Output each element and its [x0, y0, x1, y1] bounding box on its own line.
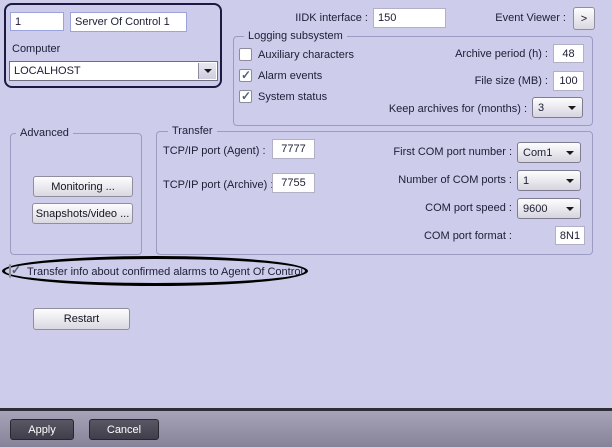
computer-label: Computer: [12, 43, 61, 55]
event-viewer-label: Event Viewer :: [495, 12, 566, 24]
keep-archives-dropdown[interactable]: 3: [532, 97, 583, 118]
snapshots-video-button[interactable]: Snapshots/video ...: [32, 203, 133, 224]
name-field[interactable]: [70, 12, 187, 32]
advanced-title: Advanced: [16, 126, 73, 140]
chevron-down-icon: [566, 178, 574, 183]
com-port-speed-dropdown[interactable]: 9600: [517, 198, 581, 219]
tcp-port-agent-label: TCP/IP port (Agent) :: [163, 145, 266, 157]
com-port-format-field[interactable]: [555, 226, 585, 245]
tcp-port-agent-field[interactable]: [272, 139, 315, 159]
alarm-events-row: Alarm events: [239, 69, 322, 82]
archive-period-field[interactable]: [553, 44, 584, 63]
chevron-down-icon: [566, 150, 574, 155]
number-of-com-ports-label: Number of COM ports :: [398, 174, 512, 186]
keep-archives-value: 3: [538, 101, 545, 114]
transfer-group: Transfer TCP/IP port (Agent) : TCP/IP po…: [156, 124, 593, 255]
first-com-port-dropdown[interactable]: Com1: [517, 142, 581, 163]
auxiliary-characters-row: Auxiliary characters: [239, 48, 354, 61]
computer-combobox[interactable]: LOCALHOST: [9, 61, 218, 81]
transfer-confirmed-alarms-label: Transfer info about confirmed alarms to …: [27, 266, 303, 278]
identity-group: Computer LOCALHOST: [4, 3, 222, 88]
first-com-port-value: Com1: [523, 146, 553, 159]
footer-bar: Apply Cancel: [0, 411, 612, 447]
tcp-port-archive-field[interactable]: [272, 173, 315, 193]
chevron-down-icon: [203, 69, 212, 73]
first-com-port-label: First COM port number :: [393, 146, 512, 158]
system-status-checkbox[interactable]: [239, 90, 252, 103]
tcp-port-archive-label: TCP/IP port (Archive) :: [163, 179, 274, 191]
apply-button[interactable]: Apply: [10, 419, 74, 440]
com-port-format-label: COM port format :: [423, 230, 512, 242]
auxiliary-characters-checkbox[interactable]: [239, 48, 252, 61]
archive-period-label: Archive period (h) :: [455, 48, 548, 60]
computer-combobox-arrow-button[interactable]: [198, 63, 216, 79]
com-port-speed-value: 9600: [523, 202, 548, 215]
monitoring-button[interactable]: Monitoring ...: [33, 176, 133, 197]
alarm-events-label: Alarm events: [258, 69, 323, 82]
number-of-com-ports-dropdown[interactable]: 1: [517, 170, 581, 191]
logging-subsystem-title: Logging subsystem: [244, 29, 347, 43]
event-viewer-button[interactable]: >: [573, 7, 595, 30]
iidk-interface-label: IIDK interface :: [295, 12, 368, 24]
transfer-confirmed-alarms-checkbox[interactable]: [9, 264, 11, 278]
number-of-com-ports-value: 1: [523, 174, 530, 187]
keep-archives-label: Keep archives for (months) :: [388, 103, 527, 115]
transfer-title: Transfer: [168, 124, 217, 138]
logging-subsystem-group: Logging subsystem Auxiliary characters A…: [233, 29, 593, 126]
auxiliary-characters-label: Auxiliary characters: [258, 48, 354, 61]
file-size-label: File size (MB) :: [474, 75, 548, 87]
alarm-events-checkbox[interactable]: [239, 69, 252, 82]
advanced-group: Advanced Monitoring ... Snapshots/video …: [10, 126, 142, 255]
arrow-right-icon: >: [580, 12, 588, 25]
system-status-row: System status: [239, 90, 327, 103]
computer-combobox-value: LOCALHOST: [14, 65, 81, 77]
restart-button[interactable]: Restart: [33, 308, 130, 330]
file-size-field[interactable]: [553, 71, 584, 91]
chevron-down-icon: [568, 105, 576, 110]
server-of-control-settings-panel: Computer LOCALHOST IIDK interface : Even…: [0, 0, 612, 447]
chevron-down-icon: [566, 206, 574, 211]
system-status-label: System status: [258, 90, 328, 103]
com-port-speed-label: COM port speed :: [425, 202, 512, 214]
cancel-button[interactable]: Cancel: [89, 419, 159, 440]
id-field[interactable]: [10, 12, 64, 31]
iidk-interface-field[interactable]: [373, 8, 446, 28]
